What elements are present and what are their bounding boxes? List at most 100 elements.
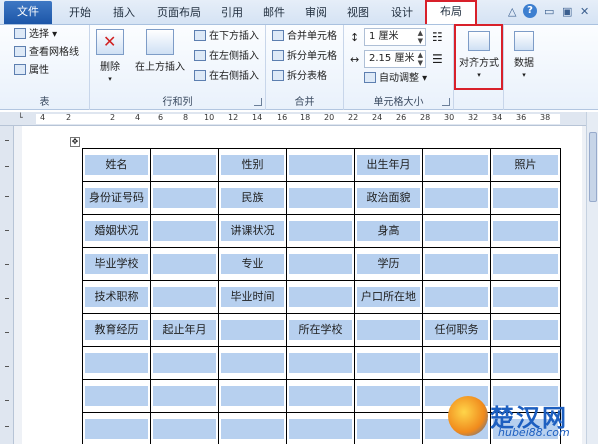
table-cell[interactable]: 学历 — [354, 247, 423, 281]
vertical-scrollbar[interactable] — [586, 112, 598, 444]
collapse-ribbon-icon[interactable]: △ — [508, 5, 516, 18]
vertical-ruler[interactable] — [0, 126, 14, 444]
table-cell[interactable] — [490, 214, 561, 248]
table-cell[interactable] — [354, 346, 423, 380]
spin-arrows-icon[interactable]: ▲ ▼ — [418, 51, 423, 67]
tab-file[interactable]: 文件 — [4, 1, 52, 24]
table-move-handle-icon[interactable]: ✥ — [70, 137, 80, 147]
table-cell[interactable] — [150, 181, 219, 215]
table-cell[interactable]: 技术职称 — [82, 280, 151, 314]
table-cell[interactable] — [490, 313, 561, 347]
table-cell[interactable] — [286, 412, 355, 444]
table-cell[interactable] — [286, 247, 355, 281]
horizontal-ruler[interactable]: └ 4 2 2 4 6 8 10 12 14 16 18 20 22 24 26… — [0, 112, 586, 126]
ruler-corner-icon[interactable]: └ — [18, 113, 23, 122]
select-button[interactable]: 选择 ▾ — [14, 27, 57, 43]
table-cell[interactable]: 姓名 — [82, 148, 151, 182]
table-cell[interactable]: 出生年月 — [354, 148, 423, 182]
tab-insert[interactable]: 插入 — [108, 3, 140, 25]
table-cell[interactable]: 政治面貌 — [354, 181, 423, 215]
merge-cells-button[interactable]: 合并单元格 — [272, 29, 337, 45]
table-cell[interactable] — [354, 313, 423, 347]
table-cell[interactable] — [218, 313, 287, 347]
table-cell[interactable] — [422, 181, 491, 215]
close-icon[interactable]: ✕ — [580, 5, 589, 18]
insert-above-button[interactable]: 在上方插入 — [132, 29, 188, 73]
table-cell[interactable] — [422, 346, 491, 380]
split-cells-button[interactable]: 拆分单元格 — [272, 49, 337, 65]
split-table-button[interactable]: 拆分表格 — [272, 69, 327, 85]
table-cell[interactable] — [286, 214, 355, 248]
table-cell[interactable]: 任何职务 — [422, 313, 491, 347]
table-cell[interactable] — [490, 181, 561, 215]
cell-size-launcher-icon[interactable] — [442, 98, 450, 106]
table-cell[interactable] — [150, 247, 219, 281]
minimize-icon[interactable]: ▭ — [544, 5, 554, 18]
table-cell[interactable] — [150, 412, 219, 444]
tab-page-layout[interactable]: 页面布局 — [152, 3, 206, 25]
table-cell[interactable] — [150, 214, 219, 248]
table-cell[interactable] — [218, 379, 287, 413]
table-cell[interactable] — [286, 148, 355, 182]
properties-button[interactable]: 属性 — [14, 63, 49, 79]
table-cell[interactable] — [422, 247, 491, 281]
tab-design[interactable]: 设计 — [384, 3, 420, 25]
table-cell[interactable]: 起止年月 — [150, 313, 219, 347]
spin-arrows-icon[interactable]: ▲ ▼ — [418, 29, 423, 45]
table-cell[interactable] — [150, 379, 219, 413]
insert-right-button[interactable]: 在右侧插入 — [194, 69, 259, 85]
table-cell[interactable]: 照片 — [490, 148, 561, 182]
restore-icon[interactable]: ▣ — [562, 5, 572, 18]
data-button[interactable]: 数据 ▾ — [506, 31, 542, 80]
table-cell[interactable] — [218, 412, 287, 444]
insert-left-button[interactable]: 在左侧插入 — [194, 49, 259, 65]
table-cell[interactable]: 身份证号码 — [82, 181, 151, 215]
table-cell[interactable]: 专业 — [218, 247, 287, 281]
table-cell[interactable] — [422, 280, 491, 314]
insert-below-button[interactable]: 在下方插入 — [194, 29, 259, 45]
help-icon[interactable]: ? — [523, 4, 537, 18]
table-cell[interactable] — [490, 247, 561, 281]
table-cell[interactable] — [82, 379, 151, 413]
delete-button[interactable]: ✕ 删除 ▾ — [92, 29, 128, 84]
table-cell[interactable] — [354, 379, 423, 413]
table-cell[interactable]: 教育经历 — [82, 313, 151, 347]
table-cell[interactable]: 性别 — [218, 148, 287, 182]
table-cell[interactable] — [286, 181, 355, 215]
table-cell[interactable] — [422, 214, 491, 248]
table-cell[interactable] — [82, 346, 151, 380]
table-cell[interactable] — [422, 148, 491, 182]
table-cell[interactable]: 户口所在地 — [354, 280, 423, 314]
table-cell[interactable] — [490, 346, 561, 380]
table-cell[interactable] — [218, 346, 287, 380]
table-cell[interactable] — [354, 412, 423, 444]
tab-home[interactable]: 开始 — [64, 3, 96, 25]
column-width-input[interactable]: 2.15 厘米 ▲ ▼ — [364, 50, 426, 68]
table-cell[interactable] — [82, 412, 151, 444]
tab-view[interactable]: 视图 — [342, 3, 374, 25]
rows-columns-launcher-icon[interactable] — [254, 98, 262, 106]
autofit-button[interactable]: 自动调整 ▾ — [364, 71, 427, 87]
table-cell[interactable] — [150, 280, 219, 314]
table-cell[interactable]: 民族 — [218, 181, 287, 215]
tab-review[interactable]: 审阅 — [300, 3, 332, 25]
table-cell[interactable] — [150, 346, 219, 380]
view-gridlines-button[interactable]: 查看网格线 — [14, 45, 79, 61]
tab-references[interactable]: 引用 — [216, 3, 248, 25]
distribute-columns-icon[interactable]: ☰ — [432, 52, 443, 66]
distribute-rows-icon[interactable]: ☷ — [432, 30, 443, 44]
table-cell[interactable]: 毕业时间 — [218, 280, 287, 314]
table-cell[interactable] — [150, 148, 219, 182]
table-cell[interactable] — [286, 280, 355, 314]
table-cell[interactable] — [490, 280, 561, 314]
table-cell[interactable] — [286, 346, 355, 380]
table-cell[interactable] — [286, 379, 355, 413]
scrollbar-thumb[interactable] — [589, 132, 597, 202]
table-cell[interactable]: 所在学校 — [286, 313, 355, 347]
row-height-input[interactable]: 1 厘米 ▲ ▼ — [364, 28, 426, 46]
table-cell[interactable]: 毕业学校 — [82, 247, 151, 281]
tab-mailings[interactable]: 邮件 — [258, 3, 290, 25]
table-cell[interactable]: 身高 — [354, 214, 423, 248]
table-cell[interactable]: 婚姻状况 — [82, 214, 151, 248]
tab-layout[interactable]: 布局 — [425, 0, 477, 24]
